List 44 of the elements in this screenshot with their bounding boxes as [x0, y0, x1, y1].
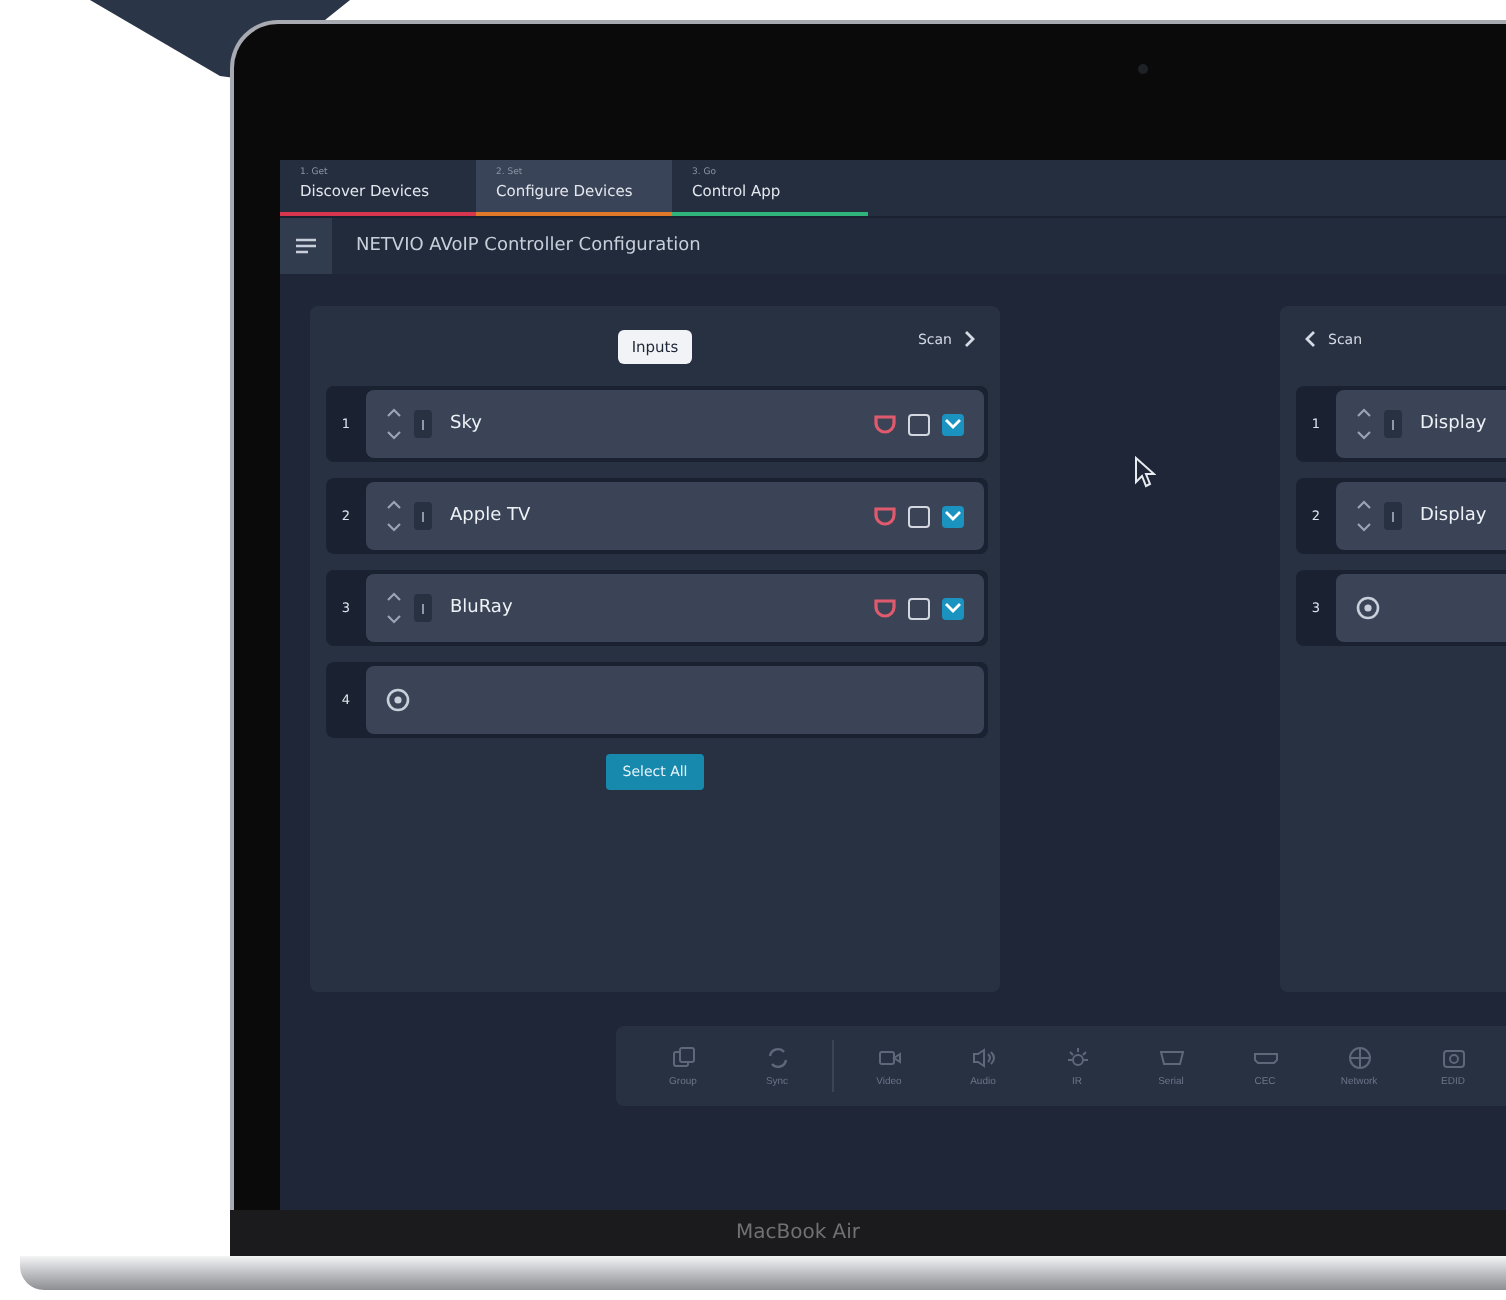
- mask-icon[interactable]: [874, 414, 896, 434]
- mask-icon[interactable]: [874, 598, 896, 618]
- video-icon: [875, 1045, 903, 1069]
- device-name: BluRay: [450, 598, 513, 618]
- reorder-arrows-icon[interactable]: [386, 590, 402, 626]
- drag-handle[interactable]: [414, 594, 432, 622]
- ir-icon: [1063, 1045, 1091, 1069]
- camera-dot: [1138, 64, 1148, 74]
- group-icon: [669, 1045, 697, 1069]
- menu-icon: [296, 238, 316, 254]
- menu-button[interactable]: [280, 218, 332, 274]
- device-label: MacBook Air: [735, 1222, 861, 1244]
- device-name: Apple TV: [450, 506, 531, 526]
- mask-icon[interactable]: [874, 506, 896, 526]
- device-card[interactable]: Sky: [366, 390, 984, 458]
- edid-icon: [1439, 1045, 1467, 1069]
- mouse-pointer-icon: [1134, 456, 1156, 488]
- network-icon: [1345, 1045, 1373, 1069]
- drag-handle[interactable]: [414, 410, 432, 438]
- checkbox[interactable]: [942, 505, 964, 527]
- reorder-arrows-icon[interactable]: [1356, 498, 1372, 534]
- checkbox[interactable]: [942, 413, 964, 435]
- add-circle-icon[interactable]: [1356, 596, 1380, 620]
- device-card[interactable]: Apple TV: [366, 482, 984, 550]
- app-title: NETVIO AVoIP Controller Configuration: [356, 236, 701, 256]
- device-card[interactable]: Display: [1336, 390, 1506, 458]
- add-circle-icon[interactable]: [386, 688, 410, 712]
- drag-handle[interactable]: [1384, 502, 1402, 530]
- audio-icon: [969, 1045, 997, 1069]
- device-card[interactable]: Display: [1336, 482, 1506, 550]
- chevron-left-icon: [1304, 330, 1316, 348]
- checkbox[interactable]: [942, 597, 964, 619]
- reorder-arrows-icon[interactable]: [386, 406, 402, 442]
- reorder-arrows-icon[interactable]: [386, 498, 402, 534]
- device-name: Sky: [450, 414, 482, 434]
- device-name: Display: [1420, 506, 1487, 526]
- chevron-right-icon: [964, 330, 976, 348]
- device-name: Display: [1420, 414, 1487, 434]
- drag-handle[interactable]: [414, 502, 432, 530]
- serial-icon: [1157, 1045, 1185, 1069]
- device-card[interactable]: BluRay: [366, 574, 984, 642]
- sync-icon: [763, 1045, 791, 1069]
- drag-handle[interactable]: [1384, 410, 1402, 438]
- reorder-arrows-icon[interactable]: [1356, 406, 1372, 442]
